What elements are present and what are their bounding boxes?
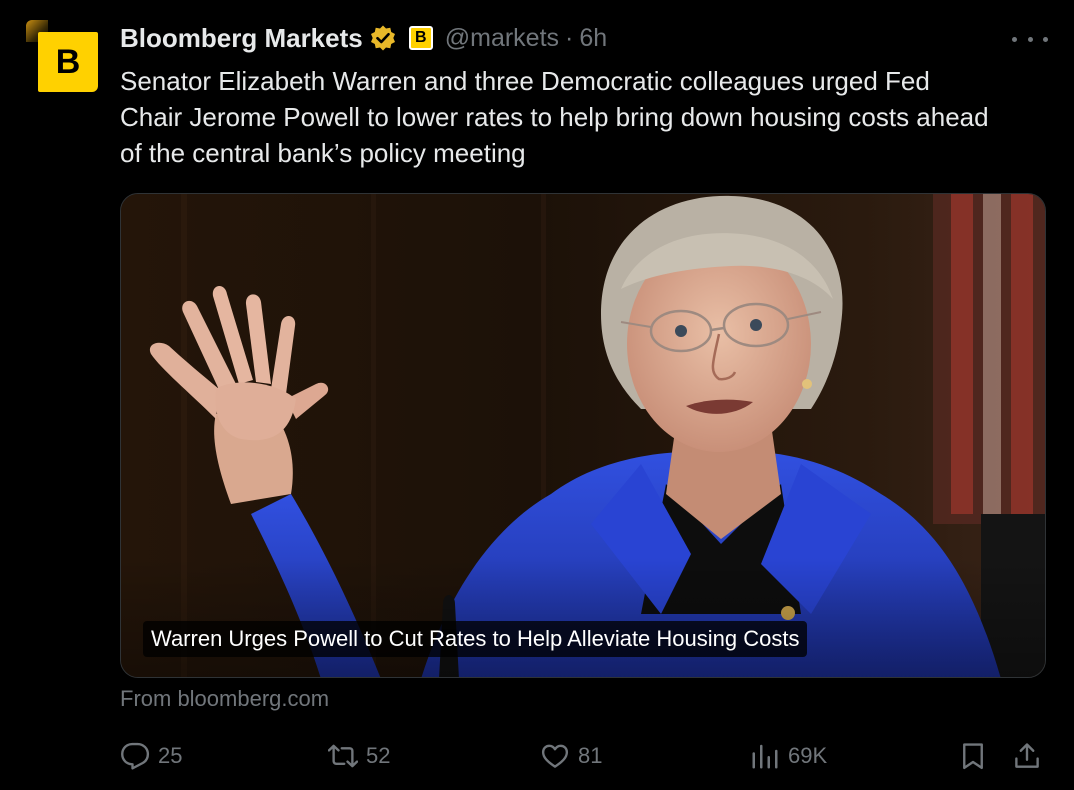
- bookmark-button[interactable]: [958, 734, 988, 778]
- affiliate-badge[interactable]: B: [408, 26, 433, 50]
- link-card[interactable]: Warren Urges Powell to Cut Rates to Help…: [120, 193, 1046, 678]
- tweet-header: Bloomberg Markets B @markets · 6h: [120, 21, 607, 55]
- bookmark-icon: [963, 743, 983, 770]
- tweet-text: Senator Elizabeth Warren and three Democ…: [120, 66, 989, 168]
- views-button[interactable]: 69K: [750, 734, 827, 778]
- card-caption: Warren Urges Powell to Cut Rates to Help…: [143, 621, 808, 657]
- like-icon: [541, 744, 569, 768]
- author-handle[interactable]: @markets: [445, 24, 559, 53]
- author-name[interactable]: Bloomberg Markets: [120, 23, 363, 54]
- action-bar: 25 52 81 69K: [0, 734, 1074, 778]
- repost-button[interactable]: 52: [328, 734, 390, 778]
- separator-dot: ·: [565, 23, 574, 52]
- repost-icon: [328, 744, 358, 768]
- avatar-logo: B: [38, 32, 98, 92]
- share-button[interactable]: [1012, 734, 1042, 778]
- reply-count: 25: [158, 743, 183, 768]
- verified-badge-icon: [369, 24, 397, 52]
- repost-count: 52: [366, 743, 391, 768]
- article-photo: [121, 194, 1045, 677]
- views-icon: [752, 744, 778, 769]
- card-source[interactable]: From bloomberg.com: [120, 686, 329, 712]
- timestamp[interactable]: 6h: [579, 24, 607, 53]
- reply-button[interactable]: 25: [120, 734, 182, 778]
- share-icon: [1015, 743, 1039, 768]
- like-count: 81: [578, 743, 603, 768]
- views-count: 69K: [788, 743, 828, 768]
- more-icon[interactable]: [1012, 28, 1048, 50]
- like-button[interactable]: 81: [540, 734, 602, 778]
- reply-icon: [121, 742, 150, 770]
- avatar[interactable]: B: [26, 20, 98, 92]
